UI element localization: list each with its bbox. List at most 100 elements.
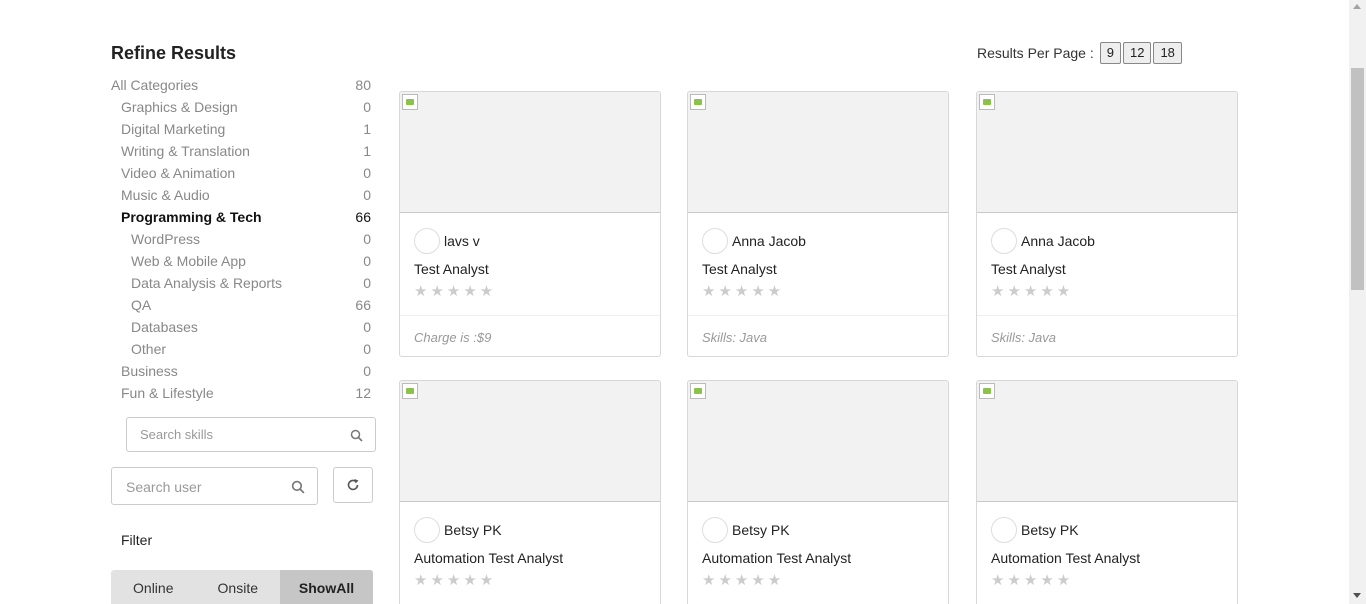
category-label: Graphics & Design: [121, 99, 238, 115]
results-per-page: Results Per Page : 9 12 18: [977, 42, 1182, 64]
category-count: 0: [363, 363, 371, 379]
category-item[interactable]: Graphics & Design 0: [111, 96, 375, 118]
category-label: Business: [121, 363, 178, 379]
filter-toggle-group: Online Onsite ShowAll: [111, 570, 373, 604]
category-item[interactable]: Music & Audio 0: [111, 184, 375, 206]
card-author[interactable]: Betsy PK: [414, 517, 502, 543]
user-search-input[interactable]: Search user: [111, 467, 318, 505]
skills-search-input[interactable]: Search skills: [126, 417, 376, 452]
category-item[interactable]: Other 0: [111, 338, 375, 360]
category-item[interactable]: Business 0: [111, 360, 375, 382]
card-title[interactable]: Automation Test Analyst: [991, 550, 1140, 566]
refine-title: Refine Results: [111, 43, 237, 63]
results-per-page-label: Results Per Page :: [977, 45, 1094, 61]
author-name: Betsy PK: [1021, 522, 1079, 538]
user-search-placeholder: Search user: [126, 479, 202, 495]
result-card[interactable]: Anna Jacob Test Analyst ★★★★★ Skills: Java: [976, 91, 1238, 357]
category-label: QA: [131, 297, 152, 313]
skills-search-placeholder: Search skills: [140, 427, 213, 442]
category-count: 0: [363, 253, 371, 269]
category-count: 12: [355, 385, 371, 401]
star-rating: ★★★★★: [702, 572, 785, 589]
card-title[interactable]: Test Analyst: [414, 261, 489, 277]
broken-image-icon: [402, 94, 418, 110]
page-scrollbar[interactable]: [1349, 0, 1366, 604]
card-title[interactable]: Automation Test Analyst: [702, 550, 851, 566]
category-item[interactable]: All Categories 80: [111, 74, 375, 96]
category-label: WordPress: [131, 231, 200, 247]
category-count: 0: [363, 99, 371, 115]
card-author[interactable]: Betsy PK: [702, 517, 790, 543]
per-page-button-9[interactable]: 9: [1099, 42, 1121, 64]
category-label: All Categories: [111, 77, 199, 93]
scroll-down-arrow[interactable]: [1353, 593, 1361, 598]
avatar: [414, 228, 440, 254]
star-rating: ★★★★★: [702, 283, 785, 300]
card-author[interactable]: Anna Jacob: [702, 228, 806, 254]
broken-image-icon: [979, 383, 995, 399]
category-count: 1: [363, 143, 371, 159]
search-icon[interactable]: [291, 480, 305, 499]
category-item[interactable]: Video & Animation 0: [111, 162, 375, 184]
category-item[interactable]: Digital Marketing 1: [111, 118, 375, 140]
category-count: 66: [355, 209, 371, 225]
category-item[interactable]: Web & Mobile App 0: [111, 250, 375, 272]
refresh-icon: [346, 478, 360, 497]
category-item[interactable]: WordPress 0: [111, 228, 375, 250]
card-thumbnail[interactable]: [977, 92, 1237, 213]
card-author[interactable]: lavs v: [414, 228, 480, 254]
category-list: All Categories 80 Graphics & Design 0 Digita…: [111, 74, 375, 404]
category-item[interactable]: Databases 0: [111, 316, 375, 338]
star-rating: ★★★★★: [991, 283, 1074, 300]
card-footer-text: Charge is :$9: [414, 330, 492, 345]
scrollbar-thumb[interactable]: [1351, 68, 1364, 290]
category-label: Web & Mobile App: [131, 253, 246, 269]
result-card[interactable]: Betsy PK Automation Test Analyst ★★★★★: [399, 380, 661, 604]
star-rating: ★★★★★: [414, 283, 497, 300]
search-icon[interactable]: [350, 429, 363, 447]
author-name: Betsy PK: [444, 522, 502, 538]
card-title[interactable]: Automation Test Analyst: [414, 550, 563, 566]
card-thumbnail[interactable]: [400, 381, 660, 502]
category-item[interactable]: Programming & Tech 66: [111, 206, 375, 228]
filter-option-showall[interactable]: ShowAll: [280, 570, 373, 604]
card-thumbnail[interactable]: [688, 381, 948, 502]
category-count: 0: [363, 275, 371, 291]
filter-option-onsite[interactable]: Onsite: [196, 570, 281, 604]
card-title[interactable]: Test Analyst: [991, 261, 1066, 277]
card-author[interactable]: Anna Jacob: [991, 228, 1095, 254]
card-thumbnail[interactable]: [400, 92, 660, 213]
category-label: Databases: [131, 319, 198, 335]
card-footer: Skills: Java: [688, 315, 948, 356]
result-card[interactable]: Betsy PK Automation Test Analyst ★★★★★: [976, 380, 1238, 604]
card-footer-text: Skills: Java: [702, 330, 768, 345]
result-card[interactable]: Anna Jacob Test Analyst ★★★★★ Skills: Java: [687, 91, 949, 357]
broken-image-icon: [402, 383, 418, 399]
filter-option-online[interactable]: Online: [111, 570, 196, 604]
card-title[interactable]: Test Analyst: [702, 261, 777, 277]
result-card[interactable]: Betsy PK Automation Test Analyst ★★★★★: [687, 380, 949, 604]
scroll-up-arrow[interactable]: [1353, 4, 1361, 9]
category-item[interactable]: Writing & Translation 1: [111, 140, 375, 162]
avatar: [702, 228, 728, 254]
card-footer-text: Skills: Java: [991, 330, 1057, 345]
avatar: [991, 517, 1017, 543]
category-count: 0: [363, 341, 371, 357]
per-page-button-12[interactable]: 12: [1122, 42, 1152, 64]
category-item[interactable]: QA 66: [111, 294, 375, 316]
card-footer: Skills: Java: [977, 315, 1237, 356]
category-count: 0: [363, 231, 371, 247]
card-thumbnail[interactable]: [688, 92, 948, 213]
result-card[interactable]: lavs v Test Analyst ★★★★★ Charge is :$9: [399, 91, 661, 357]
category-item[interactable]: Data Analysis & Reports 0: [111, 272, 375, 294]
avatar: [414, 517, 440, 543]
card-thumbnail[interactable]: [977, 381, 1237, 502]
card-author[interactable]: Betsy PK: [991, 517, 1079, 543]
avatar: [702, 517, 728, 543]
refresh-button[interactable]: [333, 467, 373, 503]
category-label: Programming & Tech: [121, 209, 262, 225]
category-item[interactable]: Fun & Lifestyle 12: [111, 382, 375, 404]
category-label: Video & Animation: [121, 165, 236, 181]
per-page-button-18[interactable]: 18: [1153, 42, 1182, 64]
star-rating: ★★★★★: [414, 572, 497, 589]
